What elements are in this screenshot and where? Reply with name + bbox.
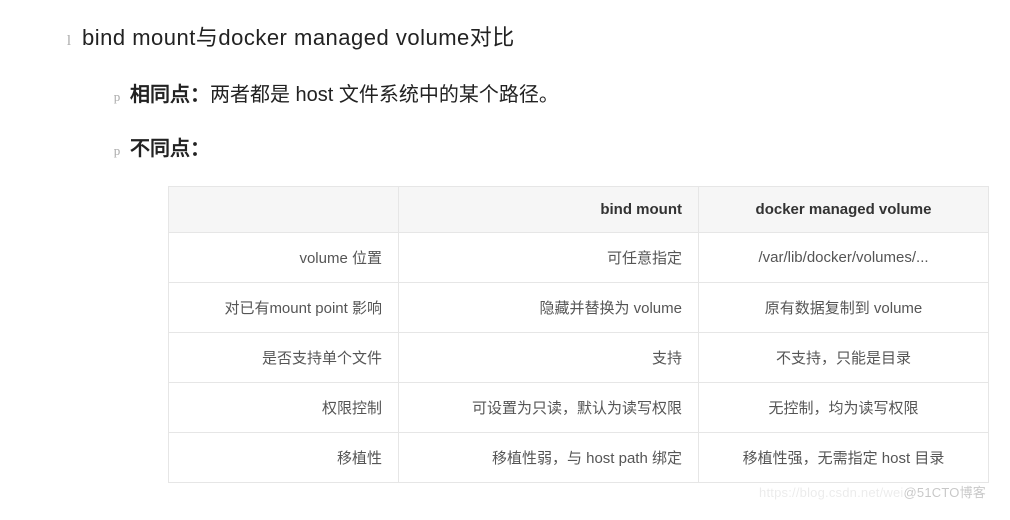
list-marker-p: p — [104, 140, 130, 162]
list-marker-p: p — [104, 86, 130, 108]
row-bind: 支持 — [399, 333, 699, 383]
list-marker-l: l — [56, 30, 82, 52]
table-row: 移植性 移植性弱，与 host path 绑定 移植性强，无需指定 host 目… — [169, 433, 989, 483]
row-bind: 可设置为只读，默认为读写权限 — [399, 383, 699, 433]
row-attr: 移植性 — [169, 433, 399, 483]
watermark-faint: https://blog.csdn.net/wei — [759, 485, 903, 500]
diff-point-label: 不同点： — [130, 132, 210, 161]
table-row: 权限控制 可设置为只读，默认为读写权限 无控制，均为读写权限 — [169, 383, 989, 433]
row-attr: 权限控制 — [169, 383, 399, 433]
watermark: https://blog.csdn.net/wei@51CTO博客 — [759, 482, 986, 501]
table-header: bind mount docker managed volume — [169, 187, 989, 233]
header-blank — [169, 187, 399, 233]
watermark-visible: @51CTO博客 — [904, 485, 986, 500]
document-page: l bind mount与docker managed volume对比 p 相… — [0, 0, 1010, 507]
comparison-table: bind mount docker managed volume volume … — [168, 186, 989, 483]
header-bind-mount: bind mount — [399, 187, 699, 233]
table-row: 对已有mount point 影响 隐藏并替换为 volume 原有数据复制到 … — [169, 283, 989, 333]
same-point-text: 相同点：两者都是 host 文件系统中的某个路径。 — [130, 78, 559, 107]
header-managed-volume: docker managed volume — [699, 187, 989, 233]
row-managed: /var/lib/docker/volumes/... — [699, 233, 989, 283]
row-attr: volume 位置 — [169, 233, 399, 283]
table-body: volume 位置 可任意指定 /var/lib/docker/volumes/… — [169, 233, 989, 483]
title-row: l bind mount与docker managed volume对比 — [56, 20, 970, 52]
comparison-table-wrap: bind mount docker managed volume volume … — [168, 186, 940, 483]
row-bind: 可任意指定 — [399, 233, 699, 283]
row-attr: 是否支持单个文件 — [169, 333, 399, 383]
row-managed: 移植性强，无需指定 host 目录 — [699, 433, 989, 483]
table-row: volume 位置 可任意指定 /var/lib/docker/volumes/… — [169, 233, 989, 283]
row-attr: 对已有mount point 影响 — [169, 283, 399, 333]
table-row: 是否支持单个文件 支持 不支持，只能是目录 — [169, 333, 989, 383]
same-point-body: 两者都是 host 文件系统中的某个路径。 — [210, 84, 559, 106]
same-point-label: 相同点： — [130, 84, 210, 106]
row-managed: 原有数据复制到 volume — [699, 283, 989, 333]
diff-point-row: p 不同点： — [104, 132, 970, 162]
row-bind: 移植性弱，与 host path 绑定 — [399, 433, 699, 483]
page-title: bind mount与docker managed volume对比 — [82, 20, 515, 52]
row-managed: 无控制，均为读写权限 — [699, 383, 989, 433]
row-bind: 隐藏并替换为 volume — [399, 283, 699, 333]
same-point-row: p 相同点：两者都是 host 文件系统中的某个路径。 — [104, 78, 970, 108]
row-managed: 不支持，只能是目录 — [699, 333, 989, 383]
